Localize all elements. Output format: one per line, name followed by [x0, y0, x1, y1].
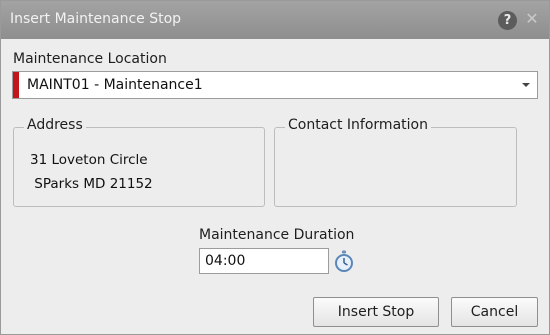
required-field-marker [13, 72, 19, 98]
maintenance-location-value: MAINT01 - Maintenance1 [27, 77, 203, 93]
insert-maintenance-stop-dialog: Insert Maintenance Stop ? ✕ Maintenance … [0, 0, 550, 335]
stopwatch-icon[interactable] [334, 250, 354, 272]
help-icon[interactable]: ? [498, 11, 517, 30]
address-line-2: SParks MD 21152 [30, 176, 153, 192]
title-bar[interactable]: Insert Maintenance Stop ? ✕ [1, 1, 549, 39]
insert-stop-button[interactable]: Insert Stop [313, 297, 439, 327]
address-legend: Address [24, 117, 86, 133]
maintenance-location-label: Maintenance Location [13, 51, 167, 67]
dialog-body: Maintenance Location MAINT01 - Maintenan… [1, 39, 549, 334]
address-line-1: 31 Loveton Circle [30, 152, 148, 168]
maintenance-duration-input[interactable]: 04:00 [199, 248, 329, 274]
contact-information-legend: Contact Information [285, 117, 431, 133]
chevron-down-icon[interactable] [522, 83, 530, 87]
maintenance-duration-label: Maintenance Duration [199, 227, 355, 243]
close-icon[interactable]: ✕ [523, 8, 541, 30]
maintenance-location-select[interactable]: MAINT01 - Maintenance1 [12, 71, 538, 99]
cancel-button[interactable]: Cancel [451, 297, 538, 327]
dialog-title: Insert Maintenance Stop [10, 11, 182, 27]
contact-information-group: Contact Information [274, 117, 517, 207]
address-group: Address 31 Loveton Circle SParks MD 2115… [13, 117, 265, 207]
